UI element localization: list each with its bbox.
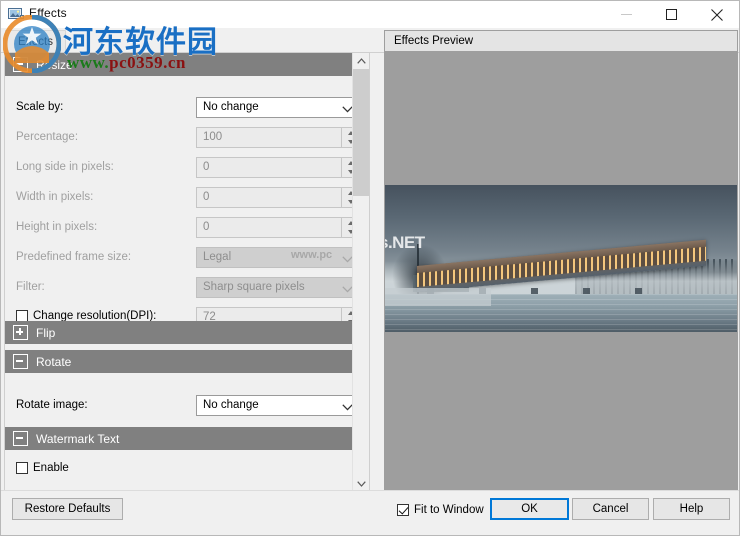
combo-predefined-frame-size-value: Legal bbox=[203, 251, 232, 263]
scrollbar-track[interactable] bbox=[353, 69, 369, 476]
title-bar: Effects bbox=[1, 1, 739, 28]
section-title-watermark-text: Watermark Text bbox=[36, 431, 120, 446]
options-vertical-scrollbar[interactable] bbox=[352, 53, 369, 492]
maximize-icon[interactable] bbox=[649, 1, 694, 28]
label-percentage: Percentage: bbox=[16, 131, 79, 143]
collapse-minus-icon[interactable] bbox=[13, 354, 28, 369]
section-header-flip[interactable]: Flip bbox=[5, 321, 355, 344]
section-header-watermark-text[interactable]: Watermark Text bbox=[5, 427, 355, 450]
checkbox-box-icon[interactable] bbox=[397, 504, 409, 516]
label-width-in-pixels: Width in pixels: bbox=[16, 191, 94, 203]
spin-height-value: 0 bbox=[203, 221, 210, 233]
label-predefined-frame-size: Predefined frame size: bbox=[16, 251, 132, 263]
help-button[interactable]: Help bbox=[653, 498, 730, 520]
combo-scale-by[interactable]: No change bbox=[196, 97, 360, 118]
combo-rotate-image[interactable]: No change bbox=[196, 395, 360, 416]
spin-width-in-pixels[interactable]: 0 bbox=[196, 187, 360, 208]
label-long-side-in-pixels: Long side in pixels: bbox=[16, 161, 114, 173]
checkbox-fit-to-window[interactable]: Fit to Window bbox=[397, 504, 484, 516]
section-header-resize[interactable]: Resize bbox=[5, 53, 355, 76]
effects-dialog-window: Effects Effects Resize Scale by: No chan… bbox=[0, 0, 740, 536]
field-row-rotate-image: Rotate image: No change bbox=[5, 395, 360, 419]
ok-button[interactable]: OK bbox=[490, 498, 569, 520]
spin-height-in-pixels[interactable]: 0 bbox=[196, 217, 360, 238]
close-icon[interactable] bbox=[694, 1, 739, 28]
label-scale-by: Scale by: bbox=[16, 101, 64, 113]
restore-defaults-label: Restore Defaults bbox=[24, 503, 111, 515]
combo-filter-value: Sharp square pixels bbox=[203, 281, 305, 293]
combo-filter[interactable]: Sharp square pixels bbox=[196, 277, 360, 298]
image-snowbank bbox=[385, 287, 491, 306]
preview-header-label: Effects Preview bbox=[394, 35, 474, 47]
tab-effects-label: Effects bbox=[18, 35, 53, 48]
effects-options-panel: Resize Scale by: No change Percentage: 1… bbox=[4, 52, 370, 493]
ok-label: OK bbox=[521, 503, 538, 515]
checkbox-watermark-enable[interactable]: Enable bbox=[16, 462, 69, 474]
checkbox-box-icon[interactable] bbox=[16, 462, 28, 474]
tab-effects[interactable]: Effects bbox=[5, 30, 66, 52]
field-row-width: Width in pixels: 0 bbox=[5, 187, 360, 211]
restore-defaults-button[interactable]: Restore Defaults bbox=[12, 498, 123, 520]
spin-percentage-value: 100 bbox=[203, 131, 223, 143]
label-filter: Filter: bbox=[16, 281, 45, 293]
section-body-resize: Scale by: No change Percentage: 100 Long… bbox=[5, 76, 360, 328]
section-header-rotate[interactable]: Rotate bbox=[5, 350, 355, 373]
combo-predefined-frame-size[interactable]: Legal bbox=[196, 247, 360, 268]
preview-image: s.NET bbox=[385, 185, 737, 332]
combo-scale-by-value: No change bbox=[203, 101, 259, 113]
window-controls bbox=[604, 1, 739, 28]
preview-canvas[interactable]: s.NET bbox=[385, 52, 737, 492]
scrollbar-thumb[interactable] bbox=[353, 69, 369, 196]
cancel-button[interactable]: Cancel bbox=[572, 498, 649, 520]
section-title-rotate: Rotate bbox=[36, 354, 72, 369]
label-height-in-pixels: Height in pixels: bbox=[16, 221, 98, 233]
spin-long-side-value: 0 bbox=[203, 161, 210, 173]
field-row-height: Height in pixels: 0 bbox=[5, 217, 360, 241]
window-title: Effects bbox=[29, 6, 67, 20]
label-watermark-enable: Enable bbox=[33, 462, 69, 474]
field-row-percentage: Percentage: 100 bbox=[5, 127, 360, 151]
image-effects-icon bbox=[8, 6, 24, 22]
section-title-resize: Resize bbox=[36, 57, 73, 72]
spin-width-value: 0 bbox=[203, 191, 210, 203]
options-scroll-area: Resize Scale by: No change Percentage: 1… bbox=[5, 53, 360, 492]
cancel-label: Cancel bbox=[592, 503, 629, 515]
section-title-flip: Flip bbox=[36, 325, 56, 340]
spin-percentage[interactable]: 100 bbox=[196, 127, 360, 148]
label-rotate-image: Rotate image: bbox=[16, 399, 88, 411]
dialog-footer: Restore Defaults Fit to Window OK Cancel… bbox=[1, 490, 739, 535]
field-row-filter: Filter: Sharp square pixels bbox=[5, 277, 360, 301]
effects-preview-panel: Effects Preview s.NET bbox=[384, 30, 738, 493]
collapse-minus-icon[interactable] bbox=[13, 431, 28, 446]
scroll-up-icon[interactable] bbox=[353, 53, 369, 69]
field-row-scale-by: Scale by: No change bbox=[5, 97, 360, 121]
field-row-long-side: Long side in pixels: 0 bbox=[5, 157, 360, 181]
label-fit-to-window: Fit to Window bbox=[414, 504, 484, 516]
spin-long-side-in-pixels[interactable]: 0 bbox=[196, 157, 360, 178]
preview-header: Effects Preview bbox=[385, 31, 737, 52]
section-body-rotate: Rotate image: No change bbox=[5, 373, 360, 426]
help-label: Help bbox=[679, 503, 704, 515]
minimize-icon[interactable] bbox=[604, 1, 649, 28]
image-watermark-text: s.NET bbox=[385, 233, 425, 252]
field-row-predefined-frame-size: Predefined frame size: Legal bbox=[5, 247, 360, 271]
expand-plus-icon[interactable] bbox=[13, 325, 28, 340]
combo-rotate-image-value: No change bbox=[203, 399, 259, 411]
section-body-watermark-text: Enable bbox=[5, 450, 355, 492]
collapse-minus-icon[interactable] bbox=[13, 57, 28, 72]
